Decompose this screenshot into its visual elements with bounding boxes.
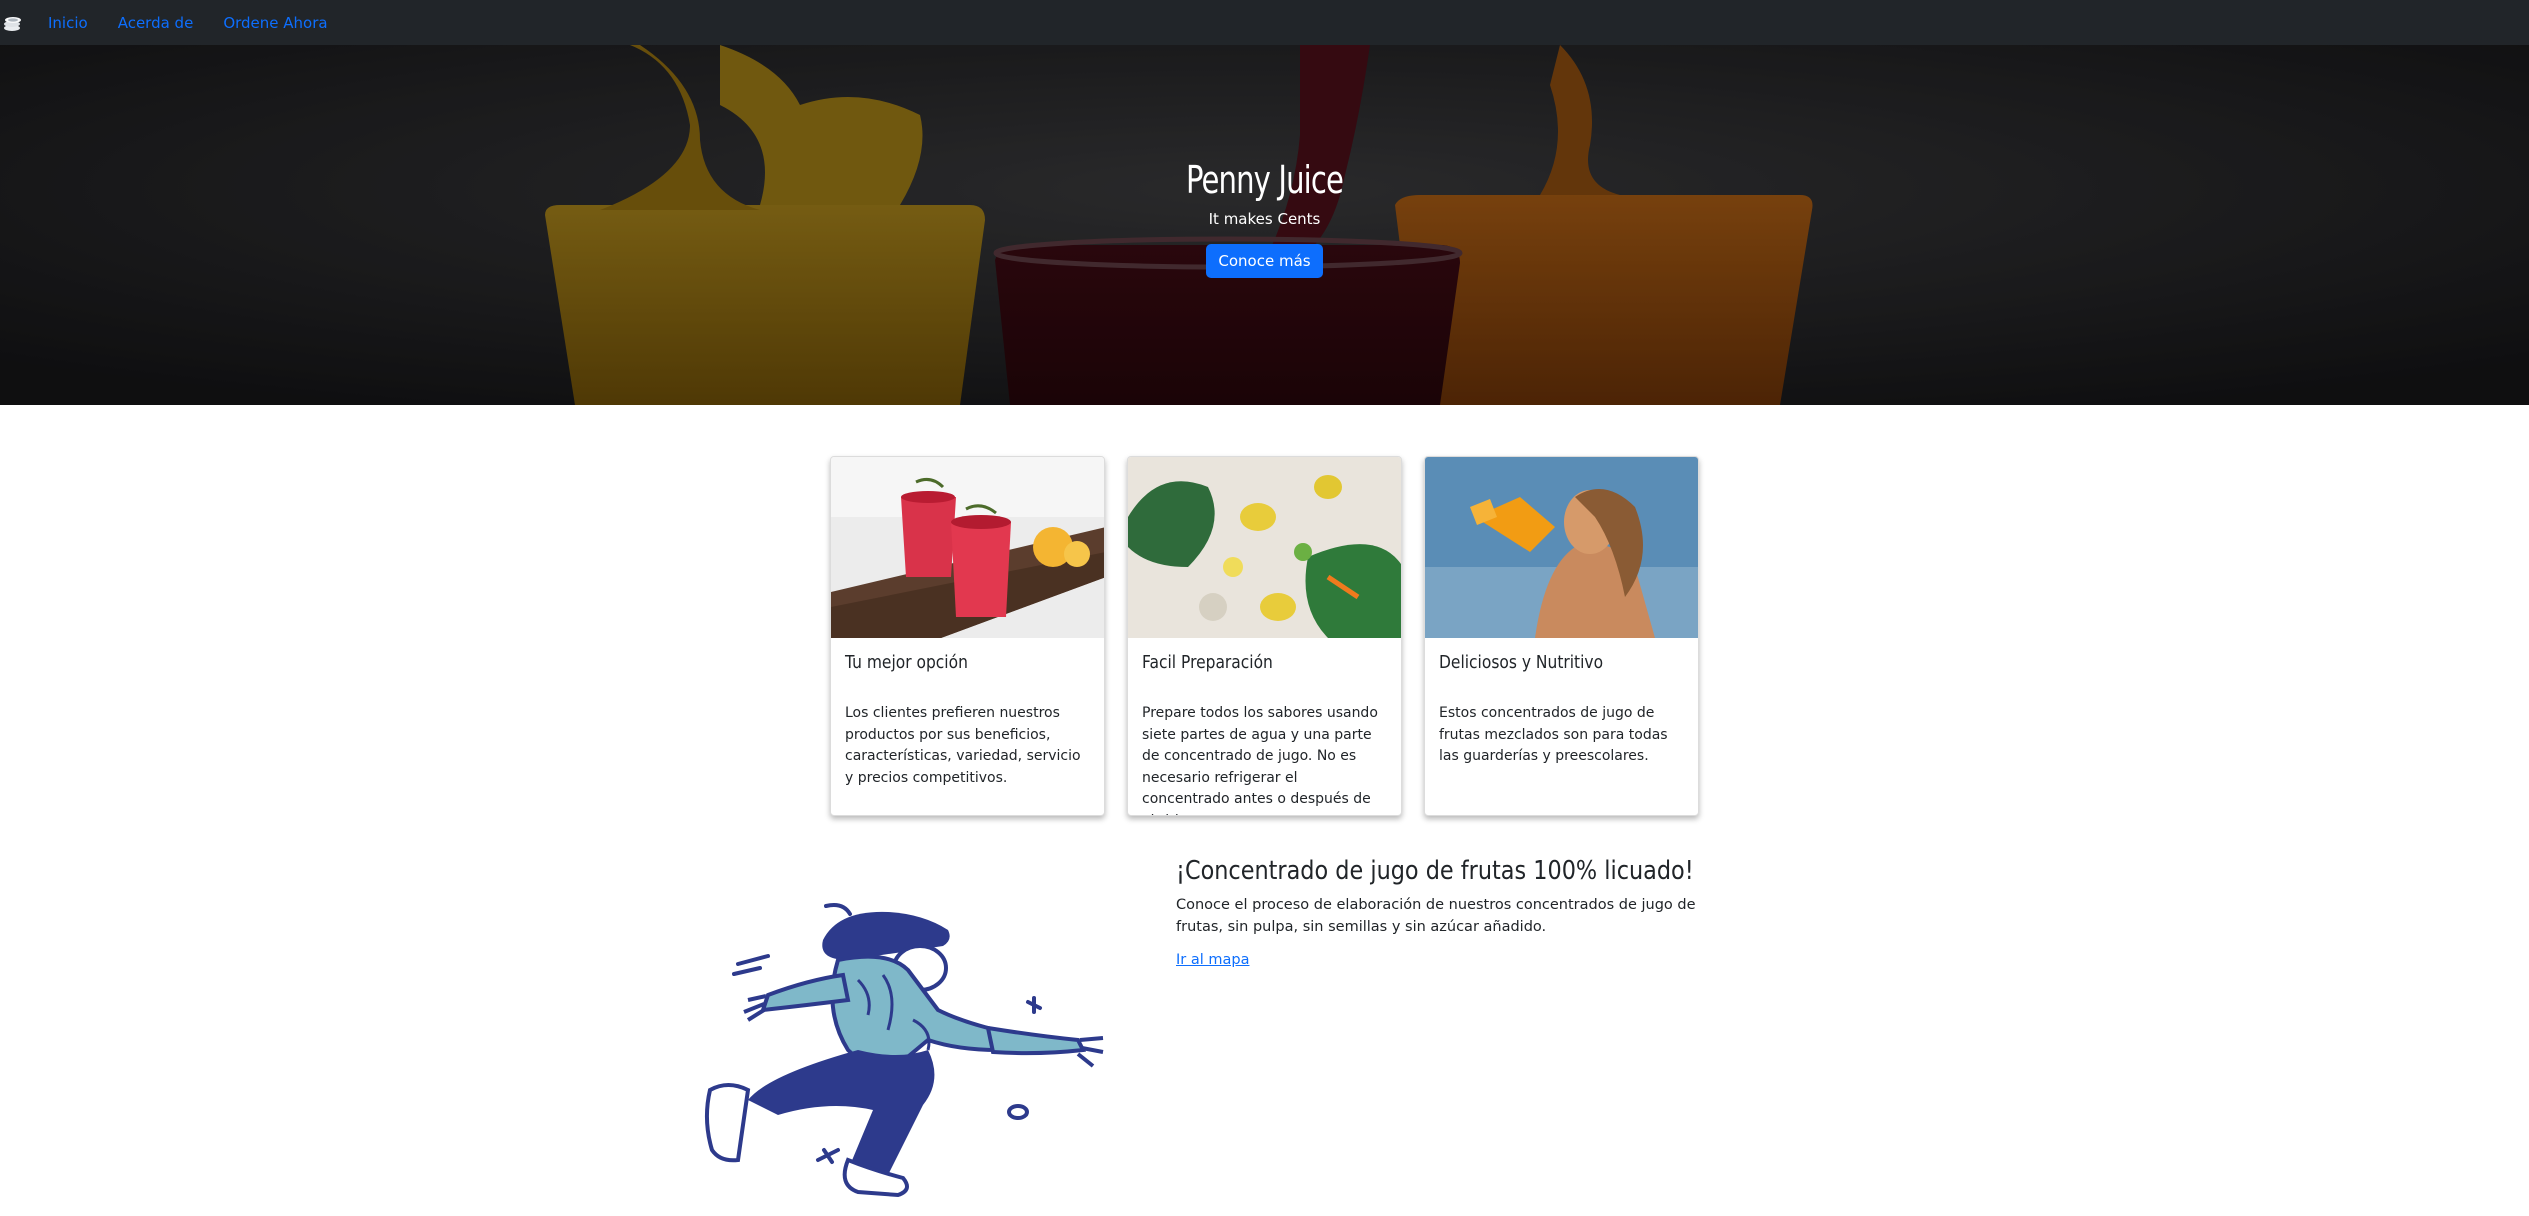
brand-logo[interactable]	[0, 10, 26, 36]
lemons-leaves-photo	[1128, 457, 1401, 638]
card-best-option: Tu mejor opción Los clientes prefieren n…	[830, 456, 1105, 816]
card-text: Estos concentrados de jugo de frutas mez…	[1439, 705, 1668, 764]
card-easy-prep: Facil Preparación Prepare todos los sabo…	[1127, 456, 1402, 816]
card-text: Los clientes prefieren nuestros producto…	[845, 705, 1081, 786]
feature-description: Conoce el proceso de elaboración de nues…	[1176, 897, 1696, 935]
navbar: Inicio Acerda de Ordene Ahora	[0, 0, 2529, 45]
coins-stack-icon	[4, 16, 21, 31]
girl-drinking-juice-photo	[1425, 457, 1698, 638]
card-title: Facil Preparación	[1142, 652, 1273, 673]
card-delicious: Deliciosos y Nutritivo Estos concentrado…	[1424, 456, 1699, 816]
card-text: Prepare todos los sabores usando siete p…	[1142, 705, 1378, 815]
feature-cards: Tu mejor opción Los clientes prefieren n…	[830, 456, 1700, 816]
running-person-illustration	[705, 903, 1104, 1198]
feature-section: ¡Concentrado de jugo de frutas 100% licu…	[1176, 856, 1736, 968]
map-link[interactable]: Ir al mapa	[1176, 952, 1249, 968]
learn-more-button[interactable]: Conoce más	[1206, 244, 1323, 278]
feature-title: ¡Concentrado de jugo de frutas 100% licu…	[1176, 856, 1694, 886]
nav-link-acerca[interactable]: Acerda de	[118, 14, 194, 32]
hero-banner: Penny Juice It makes Cents Conoce más	[0, 45, 2529, 405]
nav-link-inicio[interactable]: Inicio	[48, 14, 88, 32]
hero-title: Penny Juice	[1185, 158, 1344, 202]
card-title: Deliciosos y Nutritivo	[1439, 652, 1604, 673]
red-drinks-photo	[831, 457, 1104, 638]
hero-subtitle: It makes Cents	[1208, 210, 1321, 228]
card-title: Tu mejor opción	[845, 652, 968, 673]
nav-link-ordene[interactable]: Ordene Ahora	[223, 14, 327, 32]
